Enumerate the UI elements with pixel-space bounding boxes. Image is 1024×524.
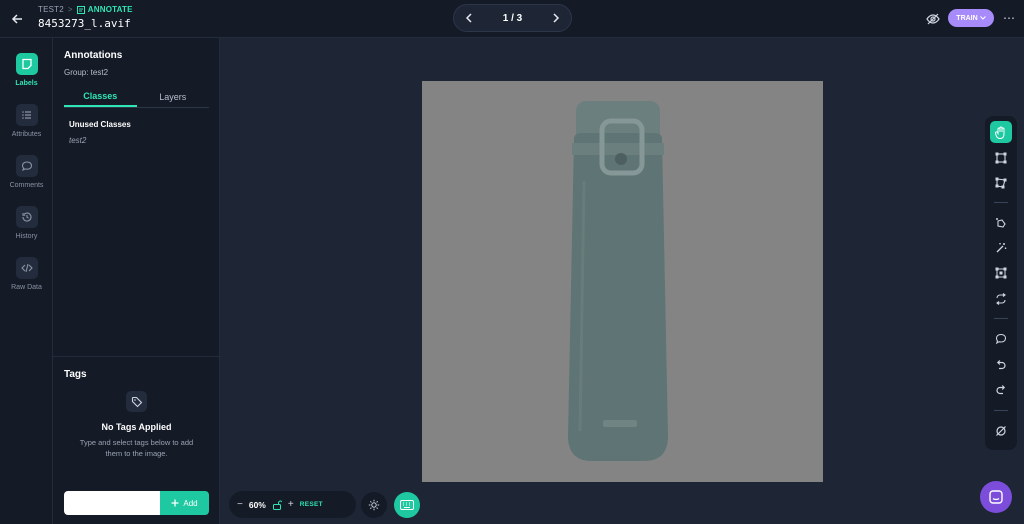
image-counter: 1 / 3 [502,12,523,24]
breadcrumb-project[interactable]: TEST2 [38,5,64,14]
magic-wand-tool[interactable] [990,237,1012,259]
toolbar-divider [994,410,1008,411]
next-image-button[interactable] [549,11,563,25]
chevron-right-icon [553,13,560,23]
hide-annotations-button[interactable] [925,11,941,27]
comment-icon [995,333,1007,345]
more-options-button[interactable]: ⋯ [1002,10,1016,26]
add-label: Add [183,498,198,508]
arrow-left-icon [11,14,22,24]
null-icon [996,426,1006,436]
annotate-icon [76,5,85,14]
zoom-reset-button[interactable]: RESET [300,501,323,508]
hand-icon [995,126,1005,139]
rail-label: Labels [15,80,38,87]
history-icon [15,206,38,228]
repeat-previous-tool[interactable] [990,288,1012,310]
zoom-in-button[interactable]: + [288,499,294,510]
redo-button[interactable] [990,379,1012,401]
rail-item-history[interactable]: History [0,206,53,240]
product-image [422,81,823,482]
code-icon [15,257,38,279]
brightness-icon [368,499,380,511]
rail-label: Comments [9,182,44,189]
chat-widget-button[interactable] [980,481,1012,513]
top-bar: TEST2 > ANNOTATE 8453273_l.avif 1 / 3 TR… [0,0,1024,38]
bounding-box-tool[interactable] [990,147,1012,169]
train-button[interactable]: TRAIN [948,9,994,27]
redo-icon [996,385,1006,395]
comment-tool[interactable] [990,328,1012,350]
prev-image-button[interactable] [462,11,476,25]
tag-icon [126,391,147,412]
comments-icon [15,155,38,177]
keypoint-icon [995,267,1007,279]
tag-input[interactable] [64,491,160,515]
no-tags-title: No Tags Applied [101,422,172,432]
zoom-out-button[interactable]: − [237,499,243,510]
toolbar-divider [994,202,1008,203]
rail-label: Attributes [11,131,42,138]
chevron-left-icon [465,13,472,23]
attributes-icon [15,104,38,126]
polygon-icon [995,177,1007,189]
lock-open-icon [272,500,282,510]
keyboard-icon [400,500,414,510]
back-button[interactable] [8,10,26,28]
null-annotation-button[interactable] [990,420,1012,442]
image-pager: 1 / 3 [453,4,572,32]
rail-item-attributes[interactable]: Attributes [0,104,53,138]
rail-item-raw-data[interactable]: Raw Data [0,257,53,291]
tab-classes[interactable]: Classes [64,86,137,107]
unused-classes-heading: Unused Classes [69,120,131,129]
labels-icon [15,53,38,75]
repeat-icon [996,293,1006,305]
keyboard-shortcuts-button[interactable] [394,492,420,518]
zoom-controls: − 60% + RESET [229,491,356,518]
tags-heading: Tags [64,369,87,380]
zoom-lock-button[interactable] [272,500,282,510]
tools-toolbar [985,116,1017,450]
undo-icon [996,360,1006,370]
plus-icon [171,499,179,507]
file-name: 8453273_l.avif [38,17,131,30]
left-rail: Labels Attributes Comments History Raw D… [0,38,53,524]
keypoint-tool[interactable] [990,262,1012,284]
rail-item-labels[interactable]: Labels [0,53,53,87]
annotation-canvas[interactable] [422,81,823,482]
pan-tool[interactable] [990,121,1012,143]
divider [53,356,220,357]
toolbar-divider [994,318,1008,319]
add-tag-button[interactable]: Add [160,491,209,515]
breadcrumb: TEST2 > ANNOTATE [38,5,133,14]
class-item[interactable]: test2 [69,136,86,145]
eye-off-icon [926,13,940,25]
no-tags-description: Type and select tags below to add them t… [79,438,194,458]
rail-label: Raw Data [11,284,42,291]
smart-polygon-tool[interactable] [990,212,1012,234]
breadcrumb-mode: ANNOTATE [76,5,133,14]
bounding-box-icon [995,152,1007,164]
rail-item-comments[interactable]: Comments [0,155,53,189]
smart-polygon-icon [996,218,1006,228]
breadcrumb-separator: > [67,5,73,14]
tab-layers[interactable]: Layers [137,86,210,107]
rail-label: History [15,233,38,240]
chevron-down-icon [979,16,986,20]
panel-tabs: Classes Layers [64,86,209,108]
panel-title: Annotations [64,50,123,61]
group-label: Group: test2 [64,68,109,77]
polygon-tool[interactable] [990,172,1012,194]
annotations-panel: Annotations Group: test2 Classes Layers … [53,38,220,524]
magic-wand-icon [996,243,1007,253]
brightness-button[interactable] [361,492,387,518]
chat-icon [989,490,1003,504]
breadcrumb-mode-label: ANNOTATE [87,5,133,14]
undo-button[interactable] [990,354,1012,376]
zoom-level: 60% [248,499,266,510]
train-label: TRAIN [956,14,978,22]
